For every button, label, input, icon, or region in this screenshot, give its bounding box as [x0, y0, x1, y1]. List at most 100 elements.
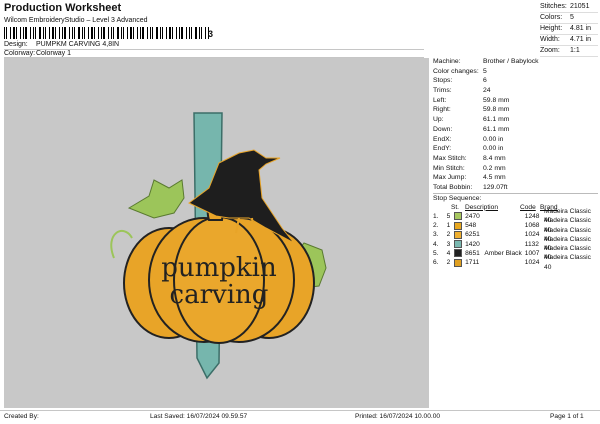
detail-value: 61.1 mm	[483, 125, 510, 133]
details-panel: Machine: Brother / Babylock Color changes:…	[433, 57, 598, 271]
row-number: 1.	[433, 212, 439, 220]
color-swatch	[454, 212, 463, 221]
stat-label: Width:	[540, 36, 560, 43]
barcode-bar	[205, 27, 206, 39]
barcode-bar	[150, 27, 151, 39]
barcode-bar	[140, 27, 141, 39]
detail-label: Trims:	[433, 87, 452, 95]
stat-value: 1:1	[570, 47, 580, 54]
stat-row: Height: 4.81 in	[540, 24, 598, 35]
row-color-code: 8651	[465, 249, 480, 257]
stat-label: Zoom:	[540, 47, 560, 54]
barcode-bar	[10, 27, 11, 39]
barcode-bar	[199, 27, 200, 39]
design-text-line2: carving	[170, 280, 269, 310]
row-code: 1024	[524, 231, 540, 239]
barcode-bar	[127, 27, 128, 39]
row-number: 2.	[433, 221, 439, 229]
barcode-bar	[6, 27, 7, 39]
stop-sequence-label: Stop Sequence:	[433, 192, 598, 203]
detail-row: Max Stitch: 8.4 mm	[433, 154, 598, 164]
detail-value: 61.1 mm	[483, 116, 510, 124]
barcode-bar	[179, 27, 180, 39]
barcode-bar	[121, 27, 122, 39]
barcode-bar	[25, 27, 27, 39]
barcode-number: 3	[208, 29, 214, 39]
design-value: PUMPKM CARVING 4,8IN	[36, 41, 120, 48]
detail-value: 59.8 mm	[483, 106, 510, 114]
row-code: 1024	[524, 259, 540, 267]
barcode-bar	[13, 27, 15, 39]
row-stop: 4	[446, 249, 451, 257]
color-swatch	[454, 258, 463, 267]
row-number: 5.	[433, 249, 439, 257]
barcode-bar	[152, 27, 153, 39]
barcode-bar	[169, 27, 171, 39]
detail-row: EndX: 0.00 in	[433, 135, 598, 145]
detail-row: Machine: Brother / Babylock	[433, 57, 598, 67]
barcode-bar	[74, 27, 75, 39]
detail-label: Machine:	[433, 58, 461, 65]
detail-value: 0.00 in	[483, 135, 504, 143]
barcode-bar	[111, 27, 112, 39]
row-stop: 2	[446, 231, 451, 239]
barcode-bar	[91, 27, 93, 39]
barcode-bar	[130, 27, 132, 39]
barcode-bar	[55, 27, 56, 39]
software-subtitle: Wilcom EmbroideryStudio – Level 3 Advanc…	[4, 17, 148, 24]
stat-row: Zoom: 1:1	[540, 46, 598, 57]
barcode-bar	[59, 27, 60, 39]
barcode-bar	[82, 27, 83, 39]
barcode-bar	[94, 27, 95, 39]
detail-row: Total Bobbin: 129.07ft	[433, 183, 598, 193]
barcode-bar	[162, 27, 163, 39]
detail-row: Down: 61.1 mm	[433, 125, 598, 135]
detail-label: Up:	[433, 116, 444, 124]
barcode-bar	[20, 27, 21, 39]
design-preview: pumpkin carving	[4, 58, 429, 408]
barcode-bar	[108, 27, 109, 39]
footer-printed: Printed: 16/07/2024 10.00.00	[355, 413, 441, 420]
barcode-bar	[160, 27, 161, 39]
row-brand: Madeira Classic 40	[544, 254, 591, 271]
barcode-bar	[43, 27, 44, 39]
detail-label: Right:	[433, 106, 451, 114]
row-number: 4.	[433, 240, 439, 248]
barcode-bar	[137, 27, 138, 39]
footer-page: Page 1 of 1	[550, 413, 584, 420]
row-color-code: 6251	[465, 231, 480, 239]
row-stop: 1	[446, 221, 451, 229]
detail-label: Down:	[433, 125, 453, 133]
design-label: Design:	[4, 41, 28, 48]
detail-row: Right: 59.8 mm	[433, 105, 598, 115]
barcode-bar	[147, 27, 148, 39]
row-number: 6.	[433, 259, 439, 267]
detail-row: Max Jump: 4.5 mm	[433, 173, 598, 183]
stat-value: 4.71 in	[570, 36, 592, 43]
detail-label: EndX:	[433, 135, 452, 143]
barcode-bar	[69, 27, 70, 39]
row-color-code: 548	[465, 221, 477, 229]
detail-value: 4.5 mm	[483, 174, 506, 182]
barcode	[4, 27, 209, 39]
detail-value: 0.2 mm	[483, 164, 506, 172]
footer-last-saved: Last Saved: 16/07/2024 09.59.57	[150, 413, 248, 420]
barcode-bar	[39, 27, 41, 39]
stat-row: Stitches: 21051	[540, 2, 598, 13]
barcode-bar	[123, 27, 124, 39]
row-stop: 2	[446, 259, 451, 267]
barcode-bar	[88, 27, 89, 39]
barcode-bar	[33, 27, 34, 39]
barcode-bar	[45, 27, 46, 39]
row-stop: 3	[446, 240, 451, 248]
color-swatch	[454, 221, 463, 230]
detail-label: Left:	[433, 96, 447, 104]
stat-label: Colors:	[540, 14, 563, 21]
row-code: 1007	[524, 249, 540, 257]
barcode-bar	[113, 27, 114, 39]
detail-value: 129.07ft	[483, 183, 508, 191]
detail-row: Up: 61.1 mm	[433, 115, 598, 125]
colorway-value: Colorway 1	[36, 50, 72, 57]
barcode-bar	[30, 27, 31, 39]
detail-value: Brother / Babylock	[483, 58, 539, 65]
